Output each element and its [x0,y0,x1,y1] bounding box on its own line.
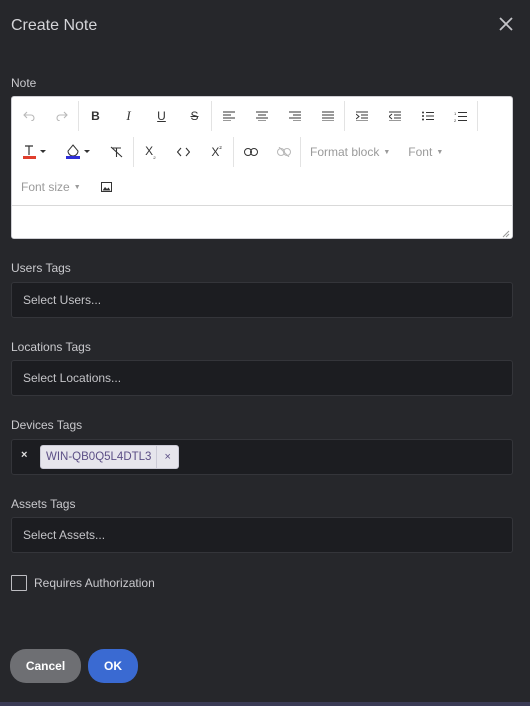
align-justify-icon [321,111,334,121]
code-button[interactable] [167,137,200,167]
locations-tags-label: Locations Tags [11,340,91,354]
editor-toolbar: B I U S 1 2 X₂ X² Format block ▼ Font ▼ … [12,97,512,205]
svg-text:2: 2 [454,118,457,122]
users-tags-label: Users Tags [11,261,71,275]
image-icon [100,182,112,192]
device-tag-label: WIN-QB0Q5L4DTL3 [46,451,152,463]
redo-icon [56,111,68,121]
requires-authorization-label: Requires Authorization [34,576,155,590]
unlink-icon [276,147,291,157]
align-right-icon [288,111,301,121]
outdent-button[interactable] [378,101,411,131]
chevron-down-icon: ▼ [436,148,444,156]
users-tags-select[interactable]: Select Users... [11,282,513,318]
remove-tag-icon[interactable]: × [157,451,177,463]
align-left-button[interactable] [212,101,245,131]
locations-tags-select[interactable]: Select Locations... [11,360,513,396]
highlight-color-button[interactable] [56,137,100,167]
font-size-label: Font size [21,180,70,194]
numbered-list-button[interactable]: 12 [444,101,477,131]
insert-link-button[interactable] [234,137,267,167]
insert-image-button[interactable] [90,172,123,202]
format-block-dropdown[interactable]: Format block ▼ [301,137,399,167]
unlink-button[interactable] [267,137,300,167]
format-block-label: Format block [310,145,380,159]
strikethrough-button[interactable]: S [178,101,211,131]
device-tag: WIN-QB0Q5L4DTL3 × [40,445,179,469]
devices-tags-label: Devices Tags [11,418,83,432]
text-color-icon [23,145,46,159]
toolbar-row-2: X₂ X² Format block ▼ Font ▼ [12,134,452,170]
devices-tags-select[interactable]: × WIN-QB0Q5L4DTL3 × [11,439,513,475]
undo-icon [22,111,34,121]
bullet-list-icon [421,111,434,121]
subscript-icon: X₂ [145,143,156,161]
resize-grip-icon[interactable] [502,230,510,238]
toolbar-separator [477,101,478,131]
close-button[interactable] [496,14,516,34]
font-label: Font [408,145,433,159]
note-editor: B I U S 1 2 X₂ X² Format block ▼ Font ▼ … [11,96,513,239]
undo-button[interactable] [12,101,45,131]
chevron-down-icon: ▼ [383,148,391,156]
subscript-button[interactable]: X₂ [134,137,167,167]
close-icon [499,17,513,31]
numbered-list-icon: 12 [454,111,467,122]
dialog-title: Create Note [11,17,98,34]
users-tags-placeholder: Select Users... [23,293,102,307]
indent-button[interactable] [345,101,378,131]
align-left-icon [222,111,235,121]
locations-tags-placeholder: Select Locations... [23,371,122,385]
ok-button[interactable]: OK [88,649,138,683]
underline-button[interactable]: U [145,101,178,131]
redo-button[interactable] [45,101,78,131]
chevron-down-icon: ▼ [73,183,81,191]
italic-button[interactable]: I [112,101,145,131]
window-bottom-edge [0,702,530,706]
note-text-area[interactable] [12,205,512,238]
outdent-icon [388,111,401,121]
align-center-button[interactable] [245,101,278,131]
indent-icon [355,111,368,121]
create-note-dialog: Create Note Note B I U S 1 2 X₂ X² Forma… [0,0,530,706]
align-justify-button[interactable] [311,101,344,131]
clear-formatting-button[interactable] [100,137,133,167]
bullet-list-button[interactable] [411,101,444,131]
code-icon [177,147,190,157]
text-color-button[interactable] [12,137,56,167]
link-icon [243,148,258,156]
superscript-icon: X² [211,145,222,159]
superscript-button[interactable]: X² [200,137,233,167]
cancel-button[interactable]: Cancel [10,649,81,683]
assets-tags-label: Assets Tags [11,497,76,511]
note-label: Note [11,76,37,90]
underline-icon: U [157,109,166,123]
svg-text:1: 1 [454,111,457,116]
bold-button[interactable]: B [79,101,112,131]
strikethrough-icon: S [190,109,199,123]
align-center-icon [255,111,268,121]
highlight-color-icon [66,144,90,159]
clear-all-icon[interactable]: × [21,449,27,461]
requires-authorization-row: Requires Authorization [11,575,155,591]
bold-icon: B [91,109,100,123]
font-size-dropdown[interactable]: Font size ▼ [12,172,90,202]
clear-formatting-icon [110,146,123,158]
align-right-button[interactable] [278,101,311,131]
italic-icon: I [126,108,131,123]
font-dropdown[interactable]: Font ▼ [399,137,452,167]
requires-authorization-checkbox[interactable] [11,575,27,591]
assets-tags-select[interactable]: Select Assets... [11,517,513,553]
toolbar-row-1: B I U S 1 2 [12,98,478,134]
assets-tags-placeholder: Select Assets... [23,528,106,542]
toolbar-row-3: Font size ▼ [12,169,123,205]
